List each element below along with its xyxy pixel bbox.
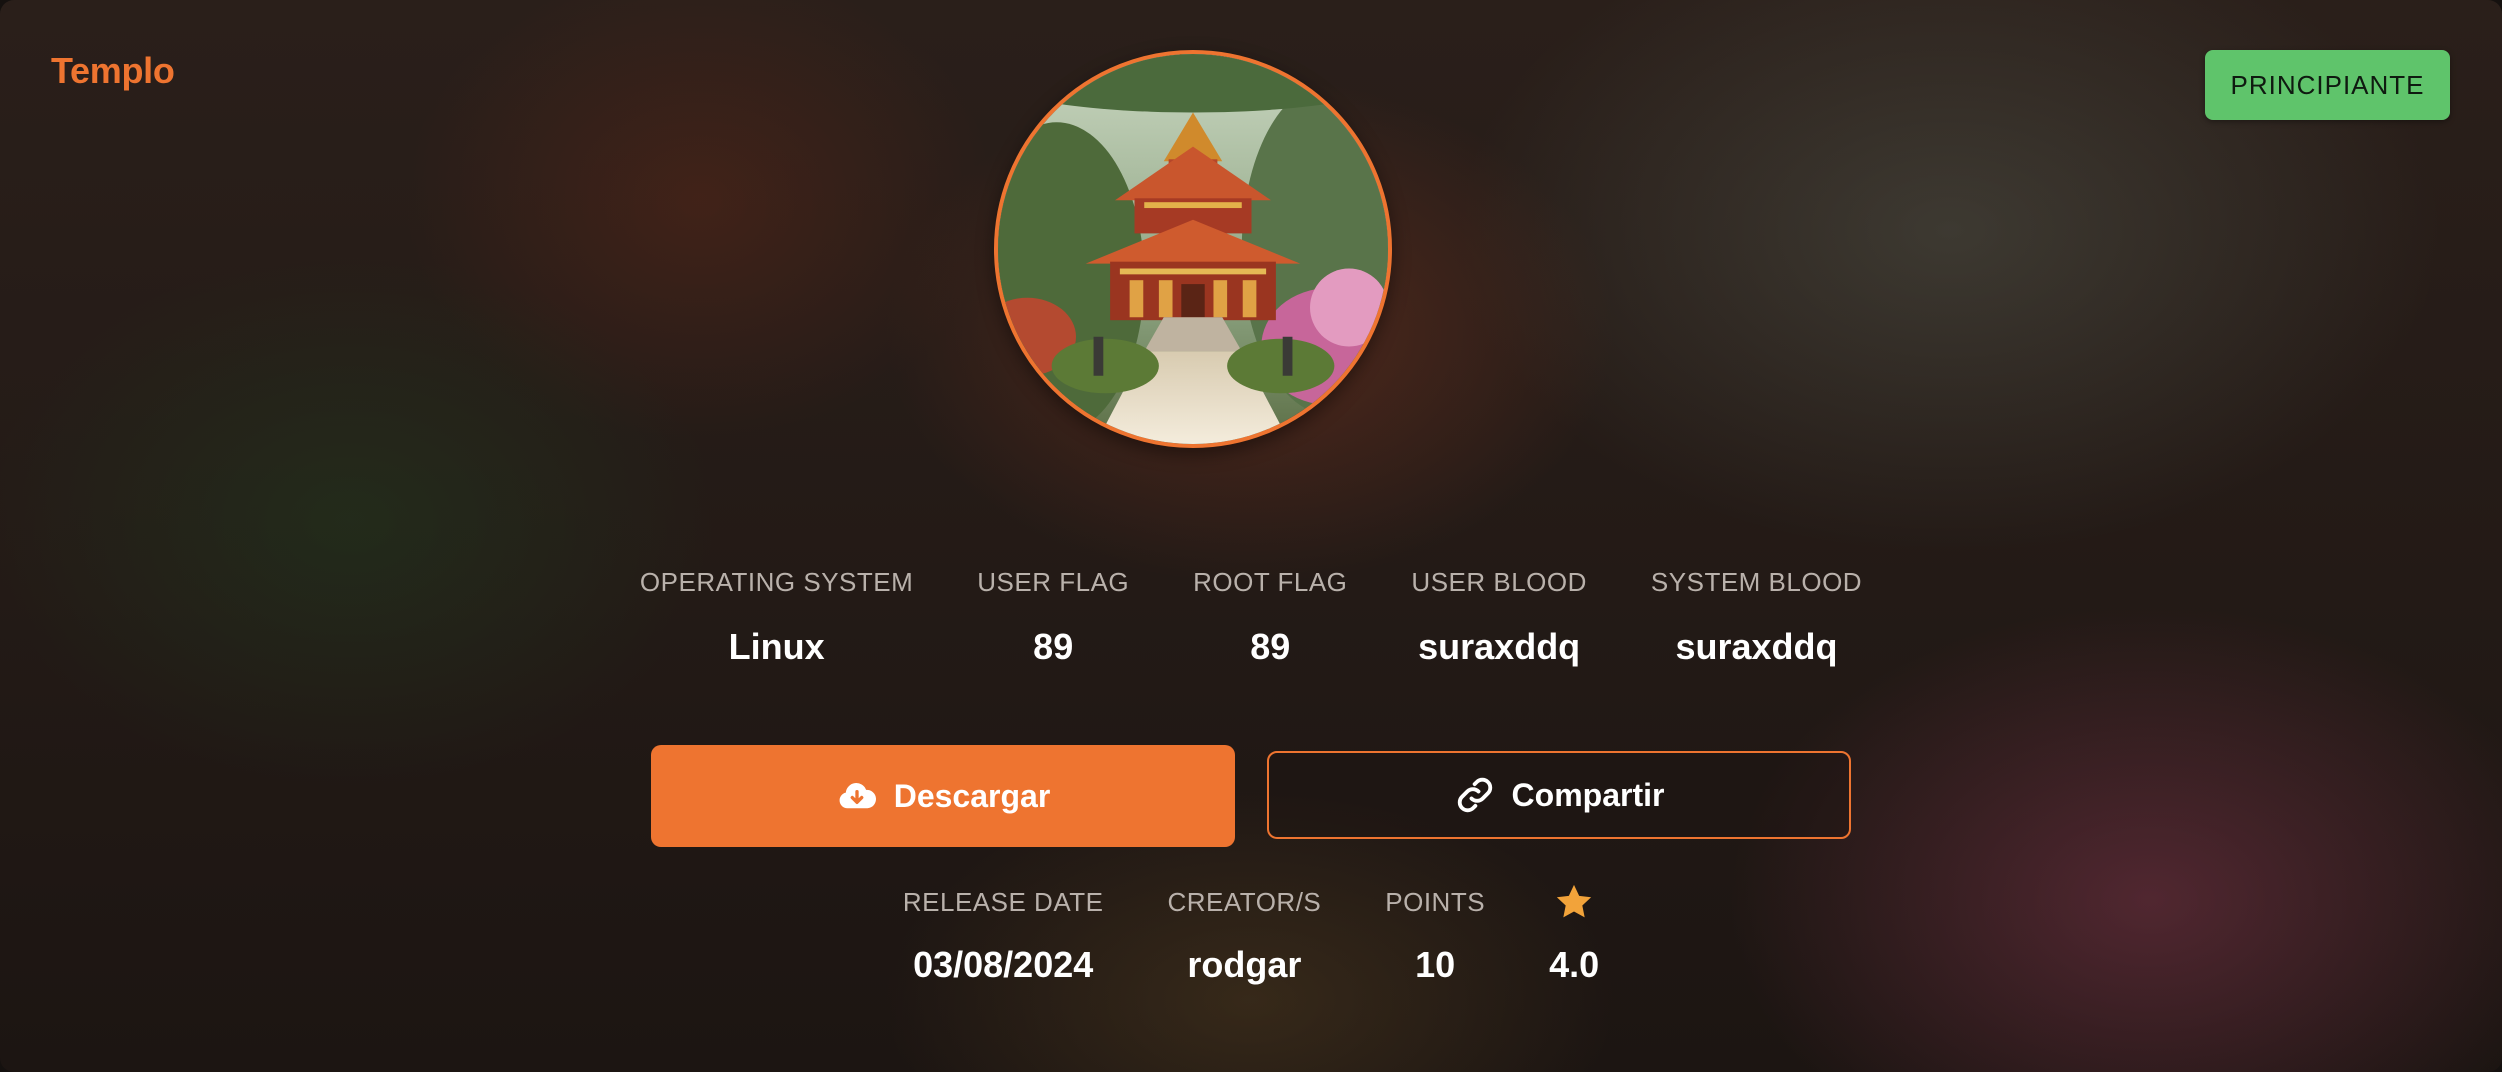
machine-stats-bottom: RELEASE DATE 03/08/2024 CREATOR/S rodgar… bbox=[0, 882, 2502, 986]
stat-creators: CREATOR/S rodgar bbox=[1167, 882, 1321, 986]
stat-value: rodgar bbox=[1187, 944, 1302, 985]
stat-value: 03/08/2024 bbox=[913, 944, 1094, 985]
stat-label: ROOT FLAG bbox=[1193, 566, 1348, 597]
stat-label: CREATOR/S bbox=[1167, 886, 1322, 917]
stat-rating: 4.0 bbox=[1549, 882, 1599, 986]
link-icon bbox=[1454, 774, 1496, 816]
stat-user-blood: USER BLOOD suraxddq bbox=[1411, 562, 1587, 668]
stat-value: Linux bbox=[728, 626, 825, 667]
stat-operating-system: OPERATING SYSTEM Linux bbox=[640, 562, 913, 668]
stat-label: SYSTEM BLOOD bbox=[1650, 566, 1863, 597]
stat-label: OPERATING SYSTEM bbox=[639, 566, 914, 597]
stat-release-date: RELEASE DATE 03/08/2024 bbox=[903, 882, 1104, 986]
stat-value: suraxddq bbox=[1675, 626, 1838, 667]
stat-value: suraxddq bbox=[1418, 626, 1581, 667]
stat-value: 89 bbox=[1250, 626, 1291, 667]
stat-label: USER BLOOD bbox=[1411, 566, 1587, 597]
stat-points: POINTS 10 bbox=[1385, 882, 1485, 986]
share-label: Compartir bbox=[1511, 776, 1665, 813]
machine-stats-top: OPERATING SYSTEM Linux USER FLAG 89 ROOT… bbox=[0, 562, 2502, 668]
stat-label: POINTS bbox=[1385, 886, 1486, 917]
stat-user-flag: USER FLAG 89 bbox=[977, 562, 1129, 668]
machine-avatar bbox=[994, 50, 1392, 448]
stat-label: USER FLAG bbox=[977, 566, 1130, 597]
stat-value: 10 bbox=[1415, 944, 1456, 985]
cloud-download-icon bbox=[836, 775, 878, 817]
download-label: Descargar bbox=[893, 777, 1051, 814]
difficulty-badge[interactable]: PRINCIPIANTE bbox=[2205, 50, 2450, 120]
temple-image bbox=[998, 54, 1388, 444]
stat-root-flag: ROOT FLAG 89 bbox=[1193, 562, 1347, 668]
machine-title: Templo bbox=[51, 50, 175, 91]
stat-system-blood: SYSTEM BLOOD suraxddq bbox=[1651, 562, 1862, 668]
stat-value: 89 bbox=[1033, 626, 1074, 667]
star-icon bbox=[1553, 882, 1595, 922]
download-button[interactable]: Descargar bbox=[651, 745, 1235, 847]
rating-value: 4.0 bbox=[1549, 944, 1600, 985]
machine-card: Templo PRINCIPIANTE OPERATING SYSTEM Lin… bbox=[0, 0, 2502, 1072]
share-button[interactable]: Compartir bbox=[1267, 751, 1851, 839]
stat-label: RELEASE DATE bbox=[902, 886, 1104, 917]
